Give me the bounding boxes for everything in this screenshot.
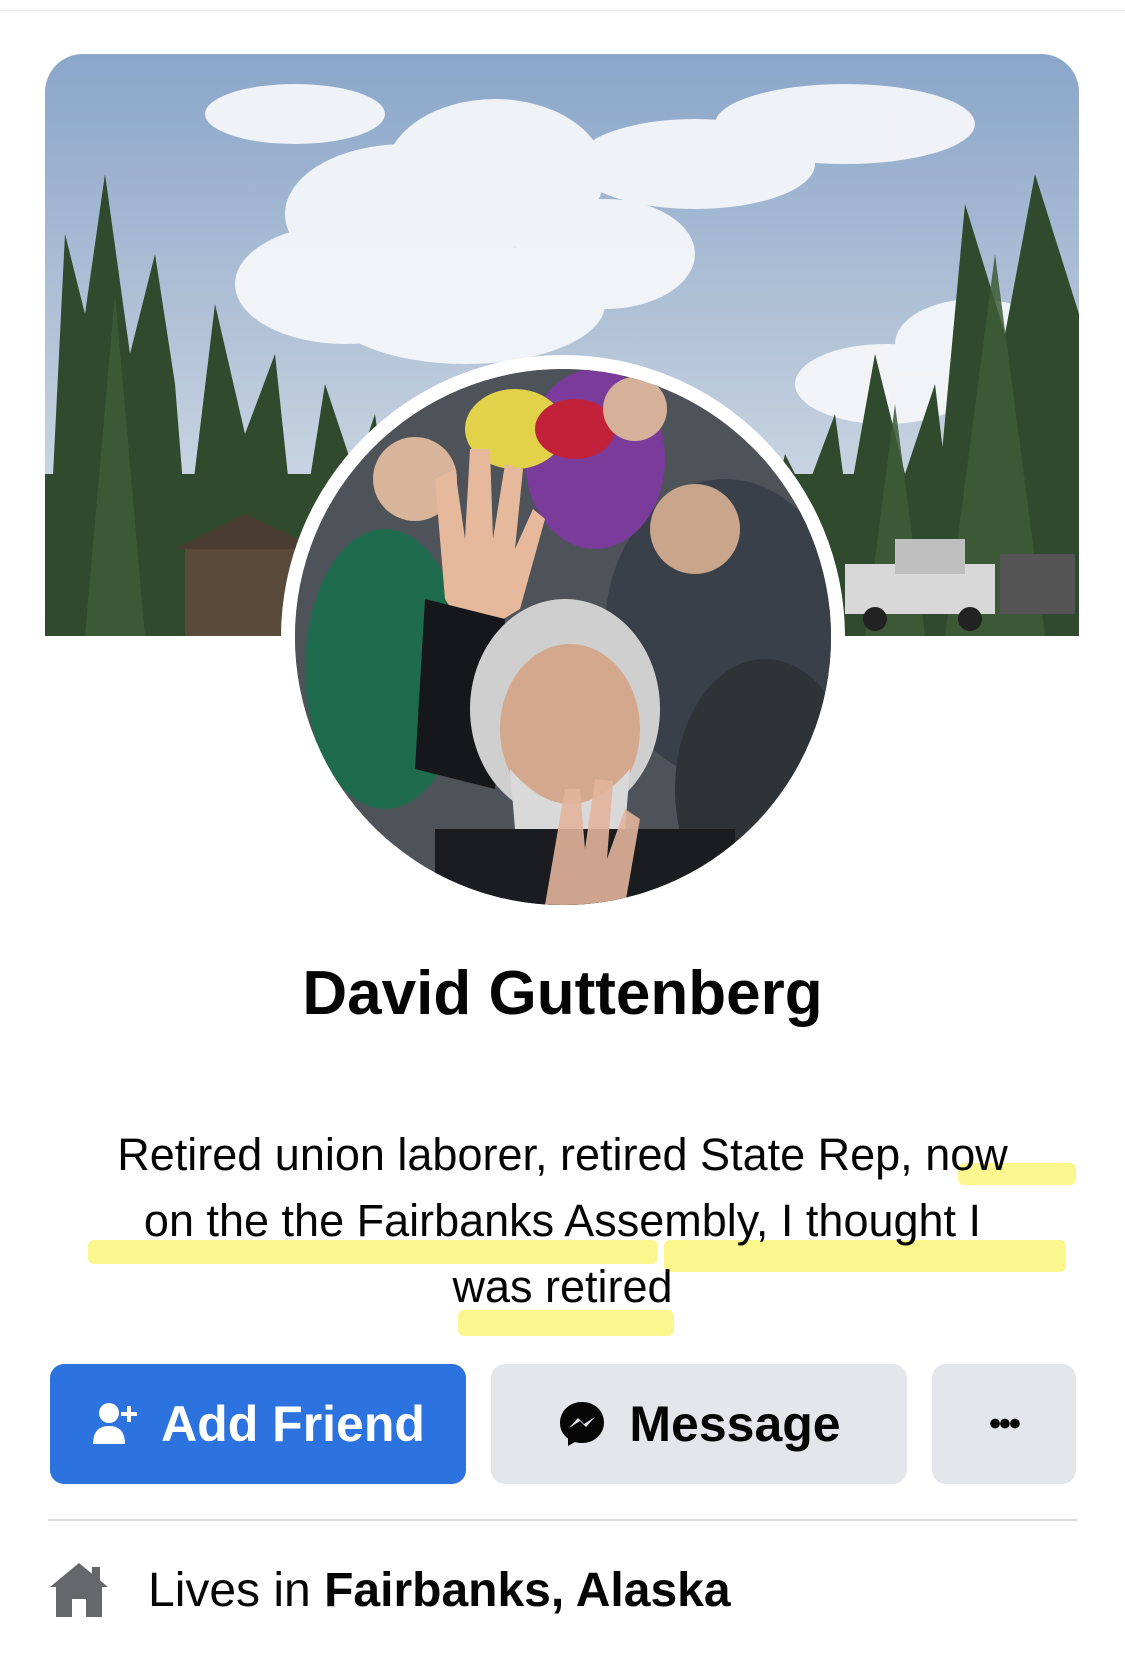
message-button[interactable]: Message (491, 1364, 907, 1484)
lives-in-row: Lives in Fairbanks, Alaska (48, 1555, 731, 1625)
message-label: Message (629, 1396, 841, 1452)
add-friend-button[interactable]: Add Friend (50, 1364, 466, 1484)
profile-picture-frame (281, 355, 845, 919)
lives-city-link[interactable]: Fairbanks, Alaska (324, 1563, 730, 1618)
avatar[interactable] (295, 369, 831, 905)
top-divider (0, 10, 1125, 11)
person-add-icon (91, 1400, 139, 1448)
more-options-button[interactable]: ••• (932, 1364, 1076, 1484)
messenger-icon (557, 1399, 607, 1449)
profile-bio: Retired union laborer, retired State Rep… (55, 1122, 1070, 1320)
home-icon (48, 1561, 110, 1619)
bio-line: was retired (452, 1261, 673, 1312)
more-icon: ••• (989, 1404, 1021, 1443)
profile-name: David Guttenberg (302, 959, 823, 1028)
lives-prefix: Lives in (148, 1563, 325, 1617)
section-divider (48, 1519, 1077, 1521)
bio-line: Retired union laborer, retired State Rep… (117, 1129, 1008, 1180)
add-friend-label: Add Friend (161, 1396, 425, 1452)
bio-line: on the the Fairbanks Assembly, I thought… (143, 1195, 982, 1246)
